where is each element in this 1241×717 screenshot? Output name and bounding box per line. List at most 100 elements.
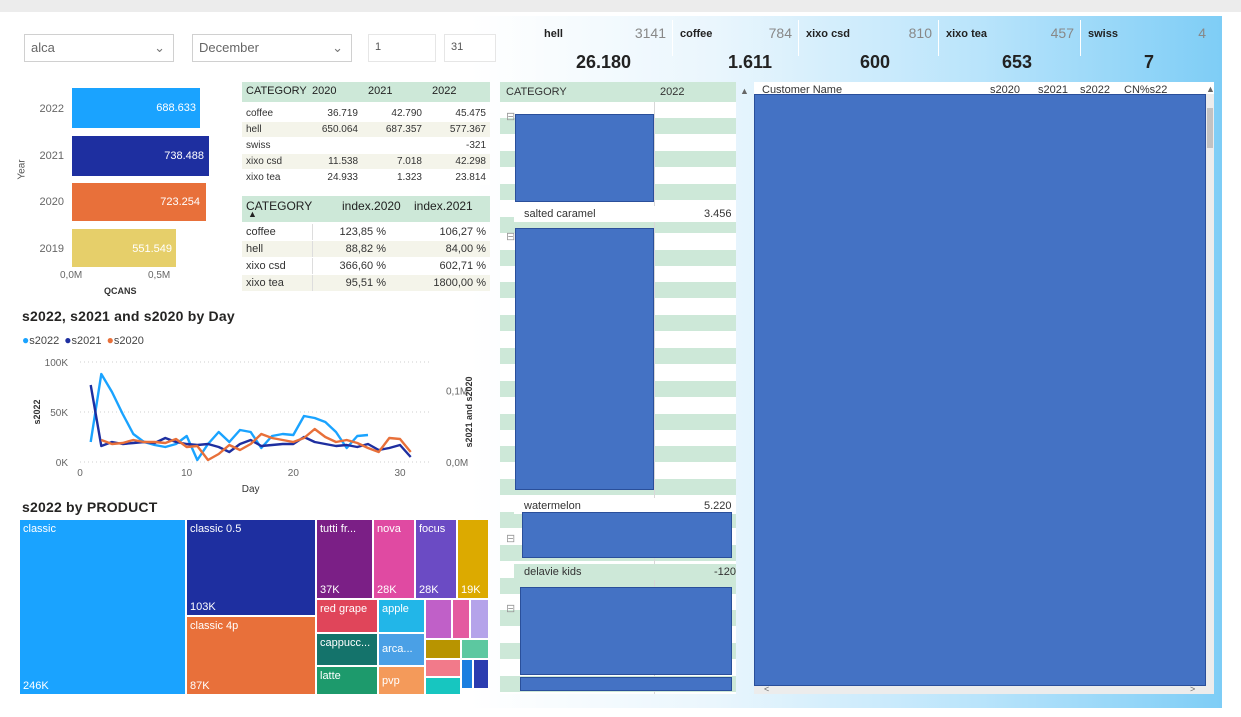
table-cell: 42.790 <box>391 108 422 119</box>
kpi-big-value: 26.180 <box>576 52 632 72</box>
legend-label[interactable]: s2022 <box>29 335 59 347</box>
table-row[interactable]: xixo tea 24.933 1.323 23.814 <box>242 170 490 185</box>
report-canvas: alca ⌄ December ⌄ 1 31 hell 3141 26.180 … <box>0 0 1241 717</box>
x-tick-label: 0,5M <box>148 270 171 281</box>
table-row[interactable]: delavie kids -120 <box>514 564 736 580</box>
treemap-cell-apple[interactable]: apple <box>379 600 424 632</box>
vertical-scrollbar[interactable] <box>1206 94 1214 686</box>
treemap-cell-small[interactable] <box>426 660 460 676</box>
treemap-cell-latte[interactable]: latte <box>317 667 377 694</box>
line-legend: ●s2022 ●s2021 ●s2020 <box>22 333 144 347</box>
treemap-cell-arca[interactable]: arca... <box>379 634 424 665</box>
month-slicer[interactable]: December ⌄ <box>192 34 352 62</box>
treemap-cell-classic-0-5[interactable]: classic 0.5 103K <box>187 520 315 615</box>
treemap-cell-other[interactable]: 19K <box>458 520 488 598</box>
collapse-icon[interactable]: ⊟ <box>506 532 515 545</box>
treemap-cell-pvp[interactable]: pvp <box>379 667 424 694</box>
kpi-name: coffee <box>680 28 713 40</box>
day-to-value: 31 <box>451 41 464 53</box>
kpi-coffee: coffee 784 1.611 <box>680 20 792 78</box>
treemap-cell-focus[interactable]: focus 28K <box>416 520 456 598</box>
column-header[interactable]: index.2020 <box>342 199 401 213</box>
line-chart[interactable]: 0K50K100K0,0M0,1M0 10 20 30Days2022 s2021 an… <box>14 350 494 500</box>
table-row[interactable]: salted caramel 3.456 <box>514 206 736 222</box>
scroll-up-icon[interactable]: ▲ <box>740 86 749 96</box>
column-header[interactable]: 2022 <box>432 85 456 97</box>
chevron-down-icon[interactable]: ⌄ <box>332 35 343 61</box>
table-row[interactable]: coffee 123,85 % 106,27 % <box>242 224 490 240</box>
day-from-input[interactable]: 1 <box>368 34 436 62</box>
treemap-label: classic 0.5 <box>190 523 242 535</box>
table-row[interactable]: hell 650.064 687.357 577.367 <box>242 122 490 137</box>
treemap-cell-small[interactable] <box>426 678 460 694</box>
table-row[interactable]: coffee 36.719 42.790 45.475 <box>242 106 490 121</box>
collapse-icon[interactable]: ⊟ <box>506 110 515 123</box>
table-cell: 687.357 <box>385 124 422 135</box>
x-axis-label: Day <box>242 484 260 495</box>
scroll-right-icon[interactable]: > <box>1190 684 1195 694</box>
treemap-cell-small[interactable] <box>426 600 451 638</box>
column-header[interactable]: index.2021 <box>414 199 473 213</box>
table-cell: 23.814 <box>455 172 486 183</box>
table-cell: coffee <box>246 226 276 238</box>
scroll-up-icon[interactable]: ▲ <box>1206 84 1215 94</box>
kpi-divider <box>798 20 799 56</box>
treemap-cell-small[interactable] <box>474 660 488 688</box>
treemap-cell-red-grape[interactable]: red grape <box>317 600 377 632</box>
treemap-cell-classic-4p[interactable]: classic 4p 87K <box>187 617 315 694</box>
treemap-cell-small[interactable] <box>462 640 488 658</box>
kpi-small-value: 810 <box>908 25 932 41</box>
year-table: CATEGORY 2020 2021 2022 coffee 36.719 42.7… <box>242 82 490 192</box>
collapse-icon[interactable]: ⊟ <box>506 602 515 615</box>
column-header[interactable]: 2022 <box>660 86 684 98</box>
x-tick-label: 20 <box>288 468 300 479</box>
column-header[interactable]: 2020 <box>312 85 336 97</box>
table-cell: 602,71 % <box>439 260 486 272</box>
table-cell: xixo csd <box>246 260 286 272</box>
treemap-label: apple <box>382 603 409 615</box>
row-value: -120 <box>714 566 737 578</box>
treemap-cell-small[interactable] <box>453 600 469 638</box>
column-header[interactable]: CATEGORY <box>246 85 307 97</box>
x-tick-label: 30 <box>394 468 406 479</box>
treemap-label: tutti fr... <box>320 523 357 535</box>
table-row[interactable]: hell 88,82 % 84,00 % <box>242 241 490 257</box>
table-cell: xixo tea <box>246 277 284 289</box>
column-header[interactable]: 2021 <box>368 85 392 97</box>
y-tick-label: 50K <box>50 408 68 419</box>
legend-label[interactable]: s2021 <box>72 335 102 347</box>
treemap-label: latte <box>320 670 341 682</box>
kpi-big-value: 653 <box>1002 52 1033 72</box>
legend-label[interactable]: s2020 <box>114 335 144 347</box>
horizontal-scrollbar[interactable] <box>754 686 1214 694</box>
treemap-cell-classic[interactable]: classic 246K <box>20 520 185 694</box>
table-cell: 88,82 % <box>345 243 386 255</box>
treemap-cell-nova[interactable]: nova 28K <box>374 520 414 598</box>
series-line-s2022[interactable] <box>89 372 369 462</box>
table-row[interactable]: swiss -321 <box>242 138 490 153</box>
day-to-input[interactable]: 31 <box>444 34 496 62</box>
treemap-cell-small[interactable] <box>462 660 472 688</box>
treemap-cell-tutti-fr[interactable]: tutti fr... 37K <box>317 520 372 598</box>
treemap-title: s2022 by PRODUCT <box>22 499 158 515</box>
scrollbar-thumb[interactable] <box>1207 108 1213 148</box>
scroll-left-icon[interactable]: < <box>764 684 769 694</box>
table-row[interactable]: xixo tea 95,51 % 1800,00 % <box>242 275 490 291</box>
treemap-label: focus <box>419 523 446 535</box>
sort-up-icon[interactable]: ▲ <box>248 209 257 219</box>
y-axis-label: s2022 <box>32 399 42 424</box>
chevron-down-icon[interactable]: ⌄ <box>154 35 165 61</box>
redaction-box <box>520 587 732 675</box>
column-header[interactable]: CATEGORY <box>506 86 567 98</box>
treemap-label: red grape <box>320 603 368 615</box>
collapse-icon[interactable]: ⊟ <box>506 230 515 243</box>
treemap-cell-small[interactable] <box>426 640 460 658</box>
table-row[interactable]: xixo csd 366,60 % 602,71 % <box>242 258 490 274</box>
treemap-cell-cappuccino[interactable]: cappucc... <box>317 634 377 665</box>
bar-value-label: 738.488 <box>164 150 204 162</box>
customer-slicer[interactable]: alca ⌄ <box>24 34 174 62</box>
bar-value-label: 688.633 <box>156 102 196 114</box>
table-cell: -321 <box>465 140 486 151</box>
table-row[interactable]: xixo csd 11.538 7.018 42.298 <box>242 154 490 169</box>
treemap-cell-small[interactable] <box>471 600 488 638</box>
